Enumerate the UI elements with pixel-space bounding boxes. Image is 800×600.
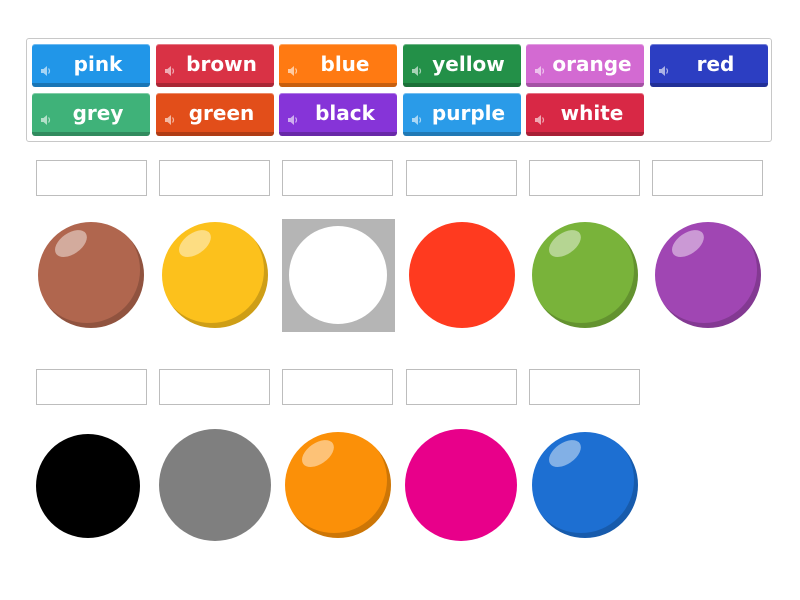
answer-slot-8[interactable] — [159, 369, 270, 405]
speaker-icon[interactable] — [287, 107, 299, 125]
word-tile-pink[interactable]: pink — [32, 44, 150, 87]
color-swatch-1 — [38, 222, 144, 328]
word-tile-white[interactable]: white — [526, 93, 644, 136]
speaker-icon[interactable] — [658, 58, 670, 76]
word-tile-green[interactable]: green — [155, 93, 274, 136]
shine-highlight — [174, 224, 216, 263]
color-swatch-9 — [285, 432, 391, 538]
speaker-icon[interactable] — [287, 58, 299, 76]
color-swatch-5 — [532, 222, 638, 328]
shine-highlight — [667, 224, 709, 263]
answer-slot-10[interactable] — [406, 369, 517, 405]
color-swatch-6 — [655, 222, 761, 328]
color-swatch-11 — [532, 432, 638, 538]
word-tile-purple[interactable]: purple — [402, 93, 521, 136]
shine-highlight — [544, 434, 586, 473]
speaker-icon[interactable] — [164, 107, 176, 125]
shine-highlight — [297, 434, 339, 473]
answer-slot-1[interactable] — [36, 160, 147, 196]
word-tile-red[interactable]: red — [649, 44, 768, 87]
color-swatch-3 — [289, 226, 387, 324]
speaker-icon[interactable] — [164, 58, 176, 76]
color-swatch-7 — [36, 434, 140, 538]
answer-slot-2[interactable] — [159, 160, 270, 196]
color-swatch-4 — [409, 222, 515, 328]
answer-slot-5[interactable] — [529, 160, 640, 196]
speaker-icon[interactable] — [411, 58, 423, 76]
answer-slot-3[interactable] — [282, 160, 393, 196]
word-tile-black[interactable]: black — [279, 93, 397, 136]
answer-slot-6[interactable] — [652, 160, 763, 196]
speaker-icon[interactable] — [411, 107, 423, 125]
word-tile-yellow[interactable]: yellow — [402, 44, 521, 87]
color-swatch-10 — [405, 429, 517, 541]
word-tile-grey[interactable]: grey — [32, 93, 150, 136]
word-tile-orange[interactable]: orange — [526, 44, 644, 87]
answer-slot-7[interactable] — [36, 369, 147, 405]
answer-slot-4[interactable] — [406, 160, 517, 196]
color-swatch-2 — [162, 222, 268, 328]
answer-slot-9[interactable] — [282, 369, 393, 405]
word-tile-blue[interactable]: blue — [279, 44, 397, 87]
speaker-icon[interactable] — [534, 58, 546, 76]
answer-slot-11[interactable] — [529, 369, 640, 405]
color-swatch-8 — [159, 429, 271, 541]
speaker-icon[interactable] — [40, 58, 52, 76]
speaker-icon[interactable] — [40, 107, 52, 125]
speaker-icon[interactable] — [534, 107, 546, 125]
word-tile-brown[interactable]: brown — [155, 44, 274, 87]
shine-highlight — [544, 224, 586, 263]
shine-highlight — [50, 224, 92, 263]
